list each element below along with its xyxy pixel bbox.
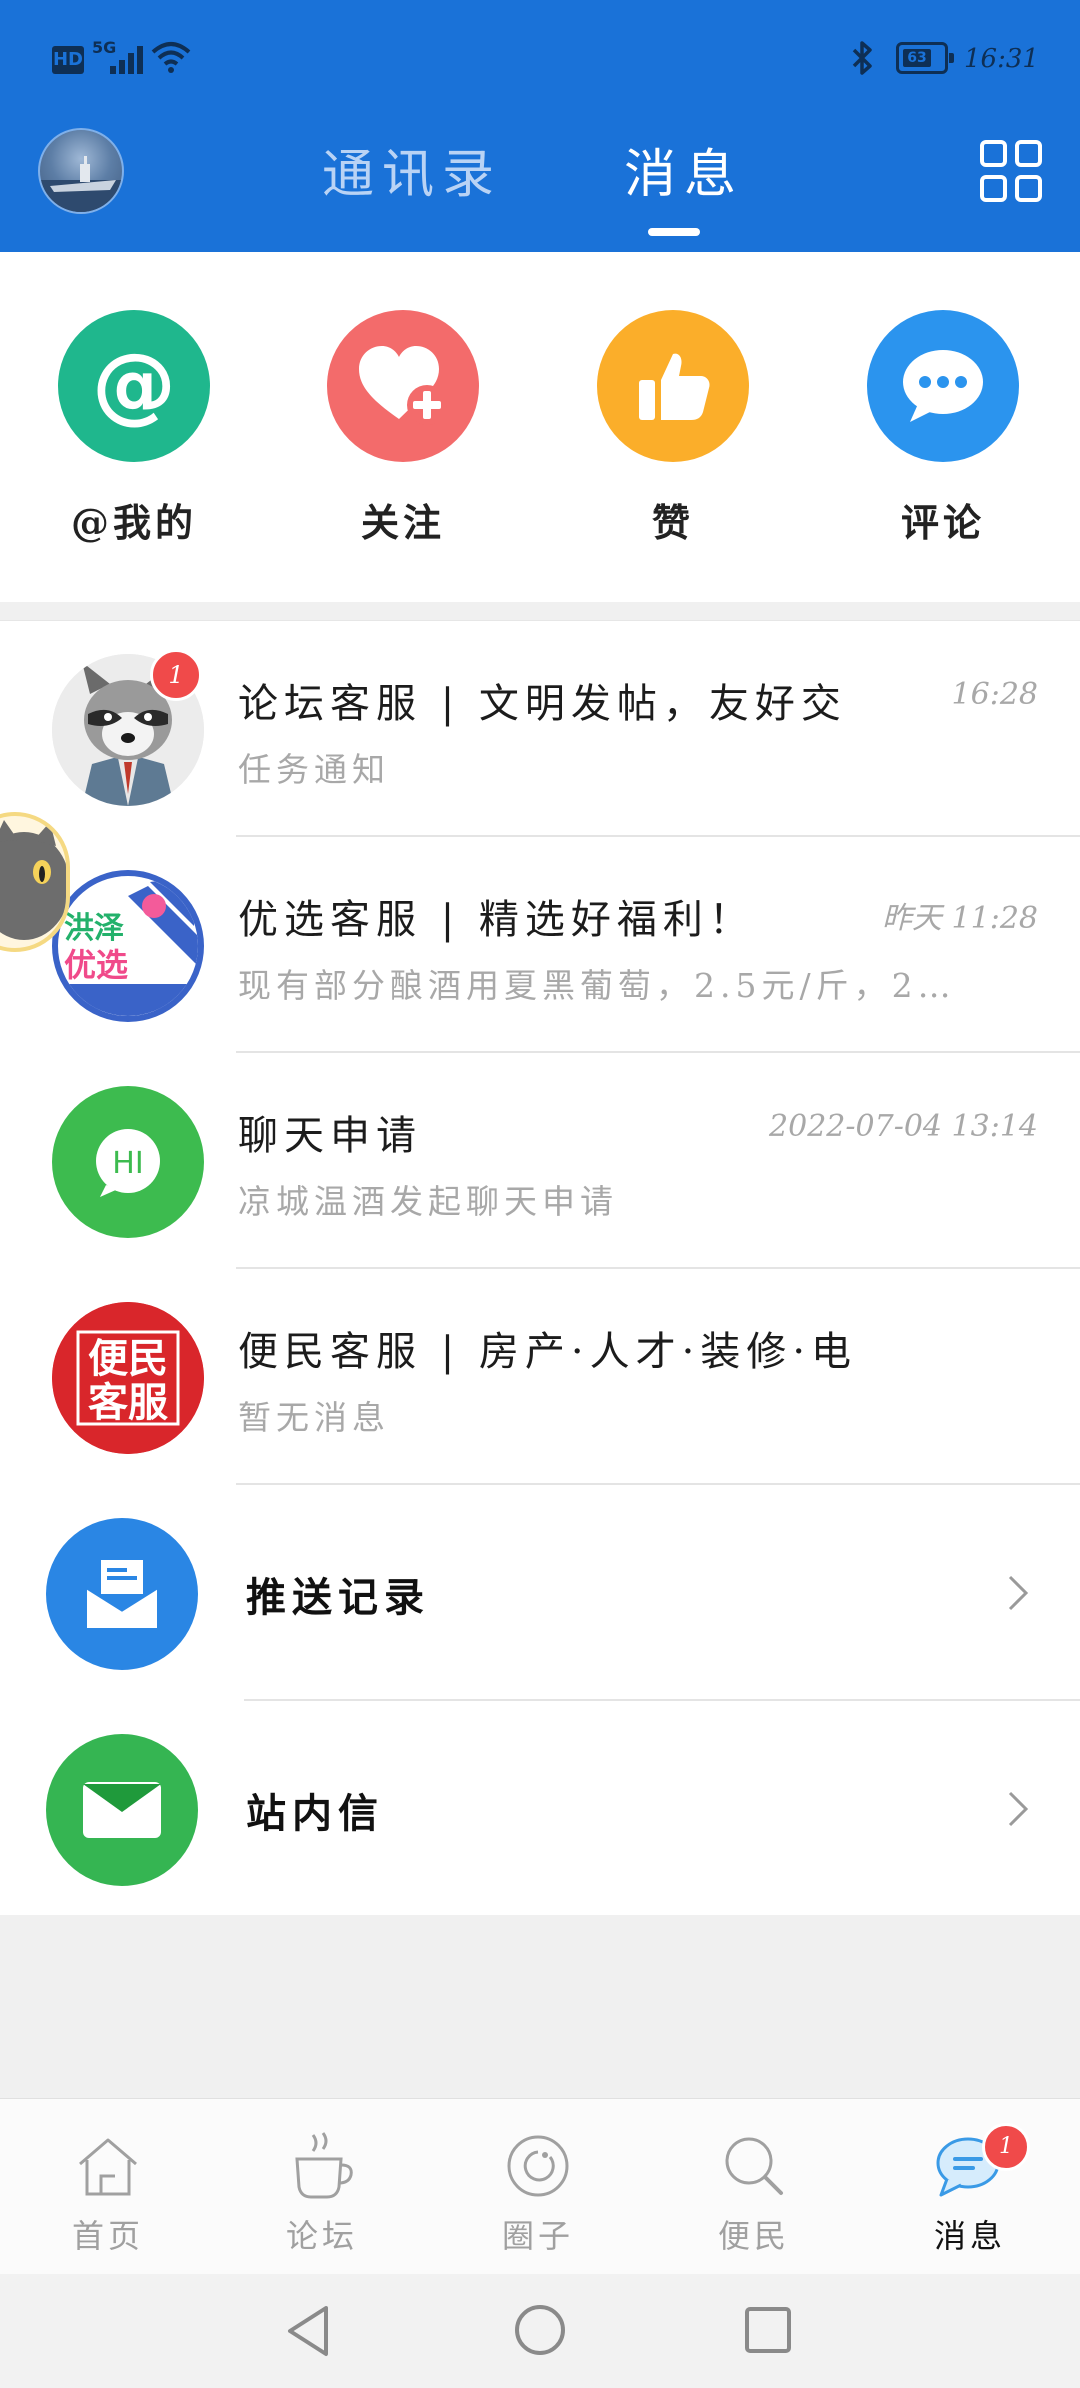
conversation-preview: 凉城温酒发起聊天申请	[238, 1182, 618, 1221]
conversation-time: 16:28	[951, 677, 1038, 712]
conversation-selection-service[interactable]: 洪泽 优选 优选客服 | 精选好福利！ 昨天 11:28 现有部分酿酒用夏黑葡萄…	[0, 837, 1080, 1053]
grid-menu-icon[interactable]	[980, 140, 1044, 204]
at-icon: @	[58, 310, 210, 462]
chevron-right-icon	[1008, 1791, 1029, 1827]
youxuan-logo-avatar: 洪泽 优选	[52, 870, 204, 1022]
bottom-navigation: 首页 论坛 圈子 便民 1 消息	[0, 2098, 1080, 2274]
avatar-image	[40, 156, 122, 212]
item-label: 推送记录	[246, 1574, 430, 1621]
bianmin-logo-avatar: 便民 客服	[52, 1302, 204, 1454]
tab-messages[interactable]: 消息	[624, 132, 744, 207]
nav-circle[interactable]: 圈子	[478, 2131, 598, 2257]
message-list: 1 论坛客服 | 文明发帖，友好交 16:28 任务通知 洪泽 优选 优选客服 …	[0, 620, 1080, 1915]
nav-unread-badge: 1	[982, 2123, 1030, 2171]
conversation-title: 论坛客服 | 文明发帖，友好交	[238, 681, 847, 727]
hd-indicator: HD	[52, 46, 84, 74]
quick-action-label: @我的	[70, 500, 197, 545]
nav-messages[interactable]: 1 消息	[910, 2123, 1030, 2257]
avatar-text-line2: 客服	[88, 1380, 168, 1426]
conversation-time: 2022-07-04 13:14	[769, 1109, 1038, 1144]
nav-label: 圈子	[501, 2217, 574, 2255]
signal-icon	[110, 44, 146, 74]
nav-convenience[interactable]: 便民	[694, 2131, 814, 2257]
avatar-text-line1: 洪泽	[64, 911, 124, 946]
quick-action-likes[interactable]: 赞	[573, 310, 773, 547]
search-icon	[694, 2131, 814, 2201]
push-record-icon	[46, 1518, 198, 1670]
conversation-forum-service[interactable]: 1 论坛客服 | 文明发帖，友好交 16:28 任务通知	[0, 621, 1080, 837]
recents-icon[interactable]	[744, 2306, 792, 2354]
back-icon[interactable]	[284, 2304, 332, 2358]
quick-action-label: 赞	[651, 500, 694, 545]
unread-badge: 1	[150, 649, 202, 701]
comment-icon	[867, 310, 1019, 462]
nav-label: 便民	[717, 2217, 790, 2255]
active-tab-indicator	[648, 228, 700, 236]
bluetooth-icon	[852, 41, 872, 75]
home-icon	[48, 2131, 168, 2201]
nav-label: 论坛	[285, 2217, 358, 2255]
message-icon: 1	[910, 2123, 1030, 2201]
conversation-title: 聊天申请	[238, 1113, 422, 1159]
avatar-text-line2: 优选	[64, 946, 128, 984]
quick-action-follow[interactable]: 关注	[303, 310, 503, 547]
site-mail-item[interactable]: 站内信	[0, 1701, 1080, 1917]
conversation-time: 昨天 11:28	[882, 901, 1038, 936]
heart-plus-icon	[327, 310, 479, 462]
battery-icon: 63	[896, 42, 954, 74]
coffee-icon	[262, 2131, 382, 2201]
conversation-preview: 现有部分酿酒用夏黑葡萄，2.5元/斤，2…	[238, 966, 956, 1005]
nav-label: 消息	[933, 2217, 1006, 2255]
wifi-icon	[151, 42, 191, 73]
thumbs-up-icon	[597, 310, 749, 462]
conversation-convenience-service[interactable]: 便民 客服 便民客服 | 房产·人才·装修·电话大 暂无消息	[0, 1269, 1080, 1485]
hi-chat-icon: HI	[52, 1086, 204, 1238]
status-bar: HD 5G 63 16:31	[0, 0, 1080, 120]
avatar-hi-text: HI	[112, 1146, 143, 1181]
app-header: HD 5G 63 16:31 通讯录 消息	[0, 0, 1080, 252]
avatar-text-line1: 便民	[88, 1336, 168, 1382]
circle-icon	[478, 2131, 598, 2201]
home-circle-icon[interactable]	[514, 2304, 566, 2356]
nav-label: 首页	[71, 2217, 144, 2255]
system-navigation-bar	[0, 2274, 1080, 2388]
quick-action-at-me[interactable]: @ @我的	[34, 310, 234, 547]
svg-text:@: @	[92, 341, 176, 431]
quick-actions: @ @我的 关注 赞 评论	[0, 252, 1080, 602]
chevron-right-icon	[1008, 1575, 1029, 1611]
conversation-title: 便民客服 | 房产·人才·装修·电话大	[238, 1329, 858, 1375]
mail-icon	[46, 1734, 198, 1886]
conversation-chat-request[interactable]: HI 聊天申请 2022-07-04 13:14 凉城温酒发起聊天申请	[0, 1053, 1080, 1269]
tab-contacts[interactable]: 通讯录	[322, 132, 502, 207]
quick-action-comments[interactable]: 评论	[843, 310, 1043, 547]
battery-level: 63	[903, 49, 931, 67]
quick-action-label: 关注	[360, 500, 445, 545]
item-label: 站内信	[246, 1790, 384, 1837]
conversation-preview: 暂无消息	[238, 1398, 390, 1437]
user-avatar[interactable]	[38, 128, 124, 214]
quick-action-label: 评论	[900, 500, 985, 545]
nav-home[interactable]: 首页	[48, 2131, 168, 2257]
conversation-title: 优选客服 | 精选好福利！	[238, 897, 755, 943]
status-time: 16:31	[964, 44, 1039, 74]
nav-forum[interactable]: 论坛	[262, 2131, 382, 2257]
conversation-preview: 任务通知	[238, 750, 390, 789]
push-records-item[interactable]: 推送记录	[0, 1485, 1080, 1701]
